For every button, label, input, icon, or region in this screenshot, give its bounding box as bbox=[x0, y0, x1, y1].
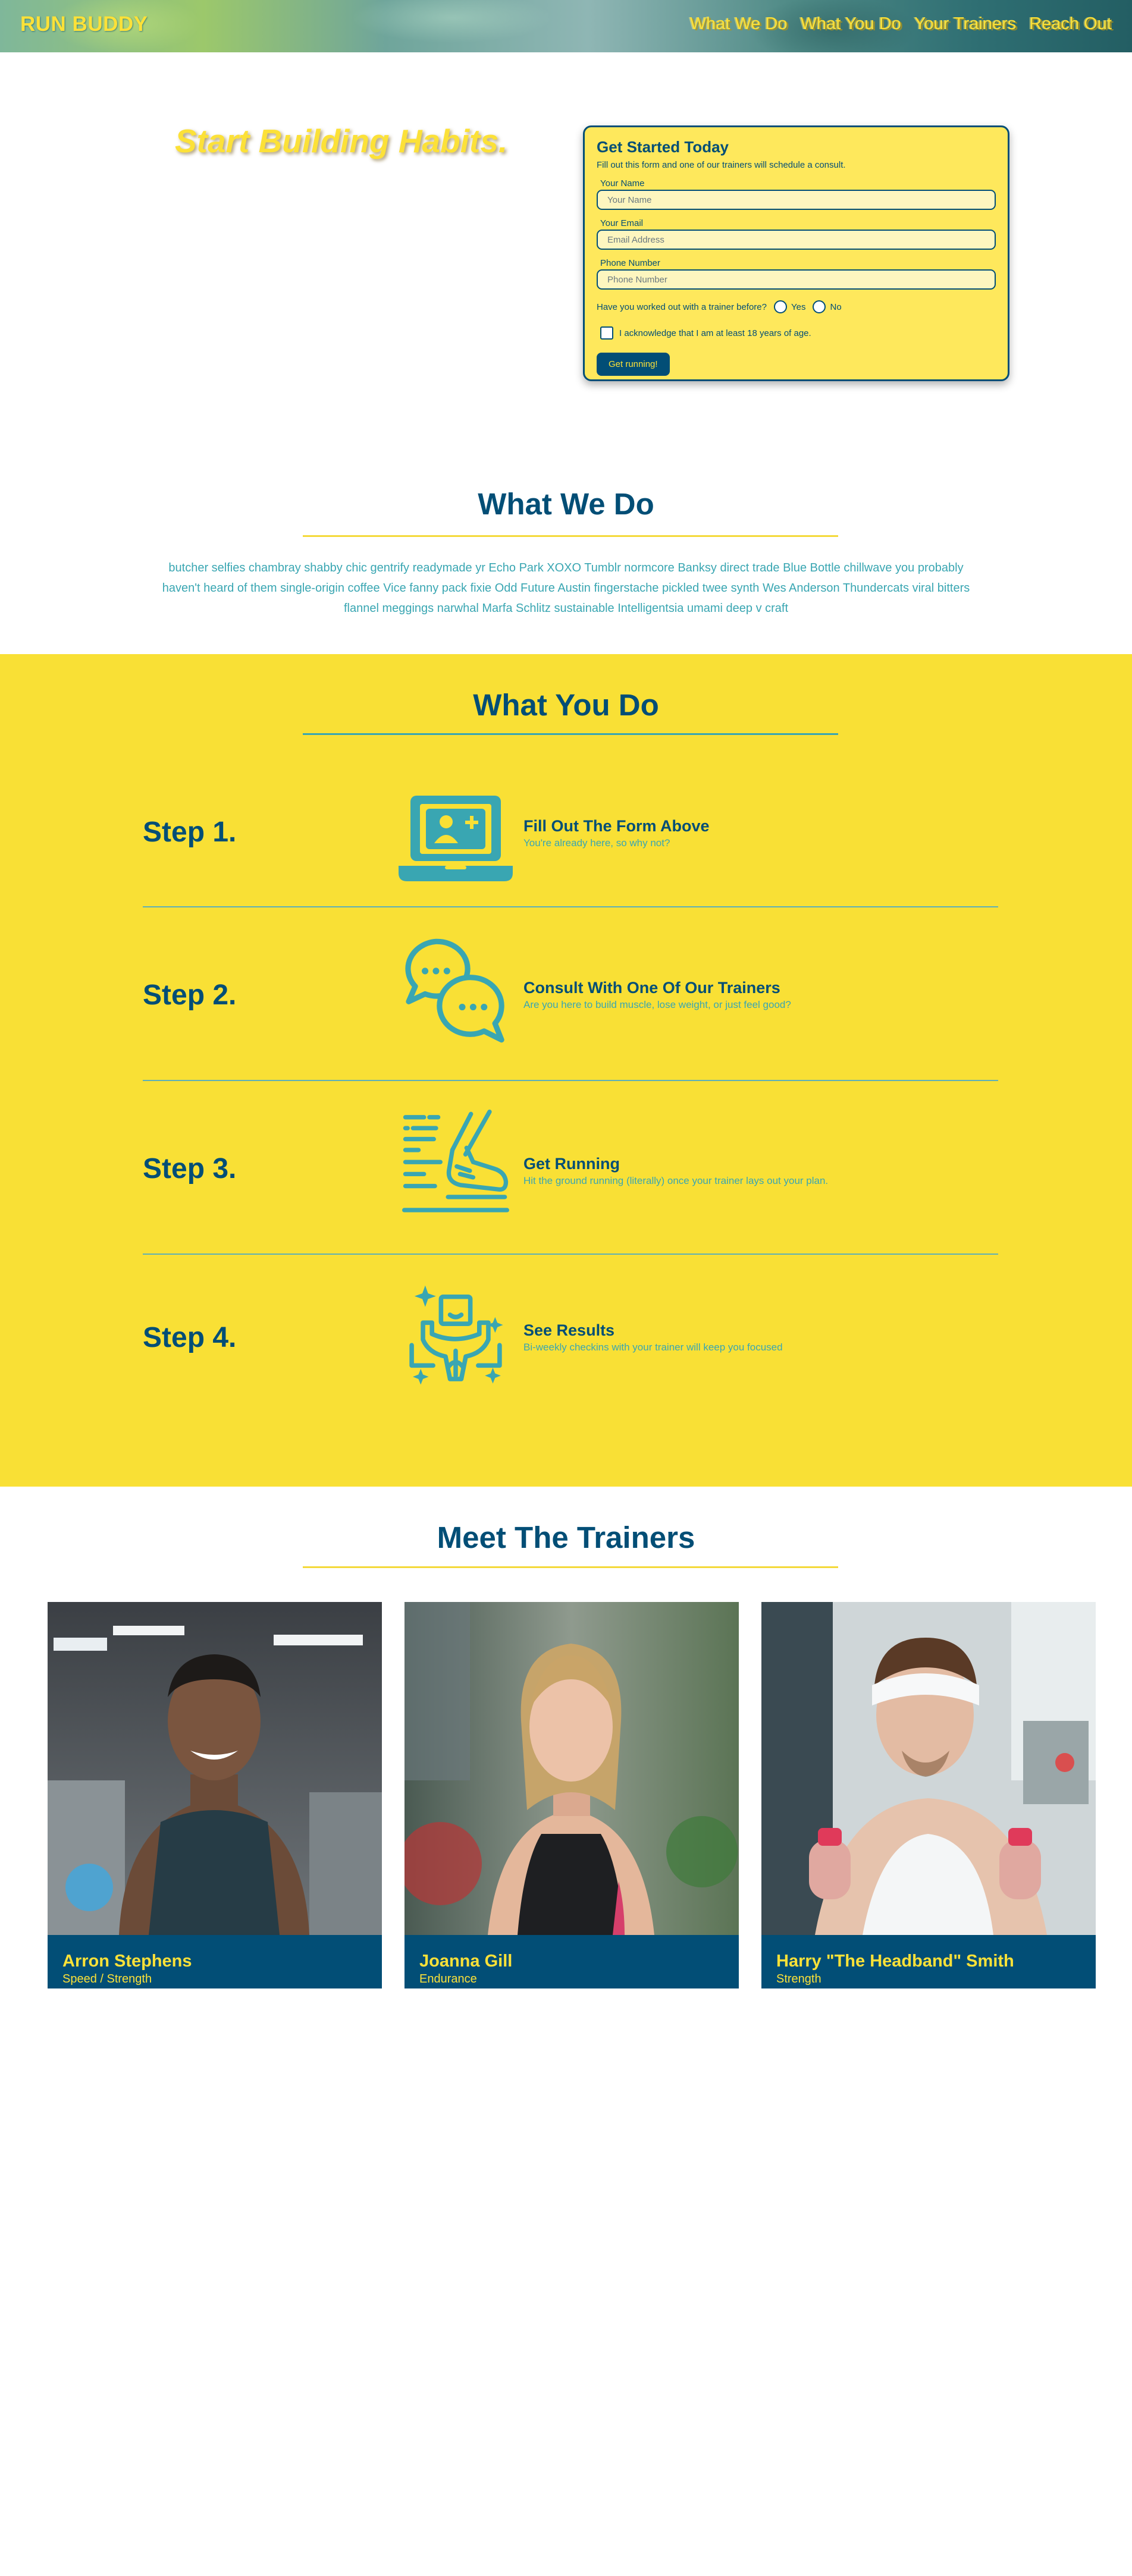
laptop-add-user-icon bbox=[399, 796, 513, 881]
phone-label: Phone Number bbox=[600, 258, 660, 268]
trainer-info-2: Joanna Gill Endurance bbox=[404, 1935, 739, 1988]
trainer-specialty-2: Endurance bbox=[419, 1972, 477, 1986]
no-radio[interactable] bbox=[813, 300, 826, 313]
name-label: Your Name bbox=[600, 178, 645, 189]
trainer-question: Have you worked out with a trainer befor… bbox=[597, 301, 767, 312]
what-we-do-text: butcher selfies chambray shabby chic gen… bbox=[162, 561, 970, 615]
form-title: Get Started Today bbox=[597, 138, 729, 156]
running-shoe-icon bbox=[402, 1110, 509, 1212]
trainer-info-3: Harry "The Headband" Smith Strength bbox=[761, 1935, 1096, 1988]
step-3-text: Hit the ground running (literally) once … bbox=[523, 1175, 829, 1186]
yes-radio-label: Yes bbox=[791, 301, 806, 312]
strong-body-icon bbox=[409, 1285, 503, 1385]
trainer-info-1: Arron Stephens Speed / Strength bbox=[48, 1935, 382, 1988]
step-3: Step 3. Get Running Hit the ground runni… bbox=[143, 1110, 998, 1229]
trainer-question-row: Have you worked out with a trainer befor… bbox=[597, 300, 996, 313]
step-4: Step 4. See Results Bi-weekly checkins w… bbox=[143, 1278, 998, 1397]
step-1-text: You're already here, so why not? bbox=[523, 837, 670, 849]
trainers-divider bbox=[303, 1566, 838, 1568]
no-radio-label: No bbox=[830, 301, 842, 312]
step-4-label: Step 4. bbox=[143, 1322, 237, 1353]
what-we-do-title: What We Do bbox=[478, 487, 654, 521]
what-you-do-title: What You Do bbox=[473, 688, 659, 722]
trainer-name-3: Harry "The Headband" Smith bbox=[776, 1952, 1014, 1971]
trainer-card-3: Harry "The Headband" Smith Strength bbox=[761, 1602, 1096, 1988]
site-header: RUN BUDDY What We Do What You Do Your Tr… bbox=[0, 0, 1132, 52]
step-2-label: Step 2. bbox=[143, 979, 237, 1011]
form-subtitle: Fill out this form and one of our traine… bbox=[597, 160, 846, 170]
step-1: Step 1. Fill Out The Form Above You're a… bbox=[143, 773, 998, 892]
hero-title: Start Building Habits. bbox=[175, 122, 508, 159]
trainer-photo-2 bbox=[404, 1602, 739, 1935]
step-1-title: Fill Out The Form Above bbox=[523, 817, 710, 835]
step-1-label: Step 1. bbox=[143, 816, 237, 848]
trainer-card-1: Arron Stephens Speed / Strength bbox=[48, 1602, 382, 1988]
trainer-card-2: Joanna Gill Endurance bbox=[404, 1602, 739, 1988]
age-checkbox-label: I acknowledge that I am at least 18 year… bbox=[619, 328, 811, 338]
step-divider-2 bbox=[143, 1080, 998, 1081]
trainer-photo-1 bbox=[48, 1602, 382, 1935]
nav-link-what-you-do[interactable]: What You Do bbox=[801, 14, 901, 34]
trainer-name-1: Arron Stephens bbox=[62, 1952, 192, 1971]
brand-logo[interactable]: RUN BUDDY bbox=[20, 12, 148, 36]
step-4-title: See Results bbox=[523, 1321, 615, 1339]
step-2-text: Are you here to build muscle, lose weigh… bbox=[523, 999, 791, 1010]
get-started-form: Get Started Today Fill out this form and… bbox=[583, 125, 1009, 381]
step-divider-1 bbox=[143, 906, 998, 907]
yes-radio[interactable] bbox=[774, 300, 787, 313]
trainer-photo-3 bbox=[761, 1602, 1096, 1935]
phone-input[interactable] bbox=[597, 269, 996, 290]
nav-link-reach-out[interactable]: Reach Out bbox=[1029, 14, 1112, 34]
nav-link-your-trainers[interactable]: Your Trainers bbox=[914, 14, 1016, 34]
trainer-name-2: Joanna Gill bbox=[419, 1952, 513, 1971]
trainers-title: Meet The Trainers bbox=[437, 1521, 695, 1554]
step-2: Step 2. Consult With One Of Our Trainers… bbox=[143, 937, 998, 1056]
age-checkbox[interactable] bbox=[600, 326, 613, 340]
trainer-specialty-3: Strength bbox=[776, 1972, 821, 1986]
trainer-specialty-1: Speed / Strength bbox=[62, 1972, 152, 1986]
chat-bubbles-icon bbox=[405, 938, 504, 1043]
acknowledge-row: I acknowledge that I am at least 18 year… bbox=[600, 326, 996, 340]
what-you-do-divider bbox=[303, 733, 838, 735]
step-4-text: Bi-weekly checkins with your trainer wil… bbox=[523, 1342, 783, 1353]
email-input[interactable] bbox=[597, 230, 996, 250]
nav-link-what-we-do[interactable]: What We Do bbox=[690, 14, 788, 34]
name-input[interactable] bbox=[597, 190, 996, 210]
step-3-label: Step 3. bbox=[143, 1153, 237, 1185]
step-divider-3 bbox=[143, 1254, 998, 1255]
main-nav: What We Do What You Do Your Trainers Rea… bbox=[690, 14, 1112, 34]
what-we-do-divider bbox=[303, 535, 838, 537]
step-3-title: Get Running bbox=[523, 1155, 620, 1173]
get-running-button[interactable]: Get running! bbox=[597, 353, 670, 376]
email-label: Your Email bbox=[600, 218, 643, 228]
step-2-title: Consult With One Of Our Trainers bbox=[523, 979, 780, 997]
